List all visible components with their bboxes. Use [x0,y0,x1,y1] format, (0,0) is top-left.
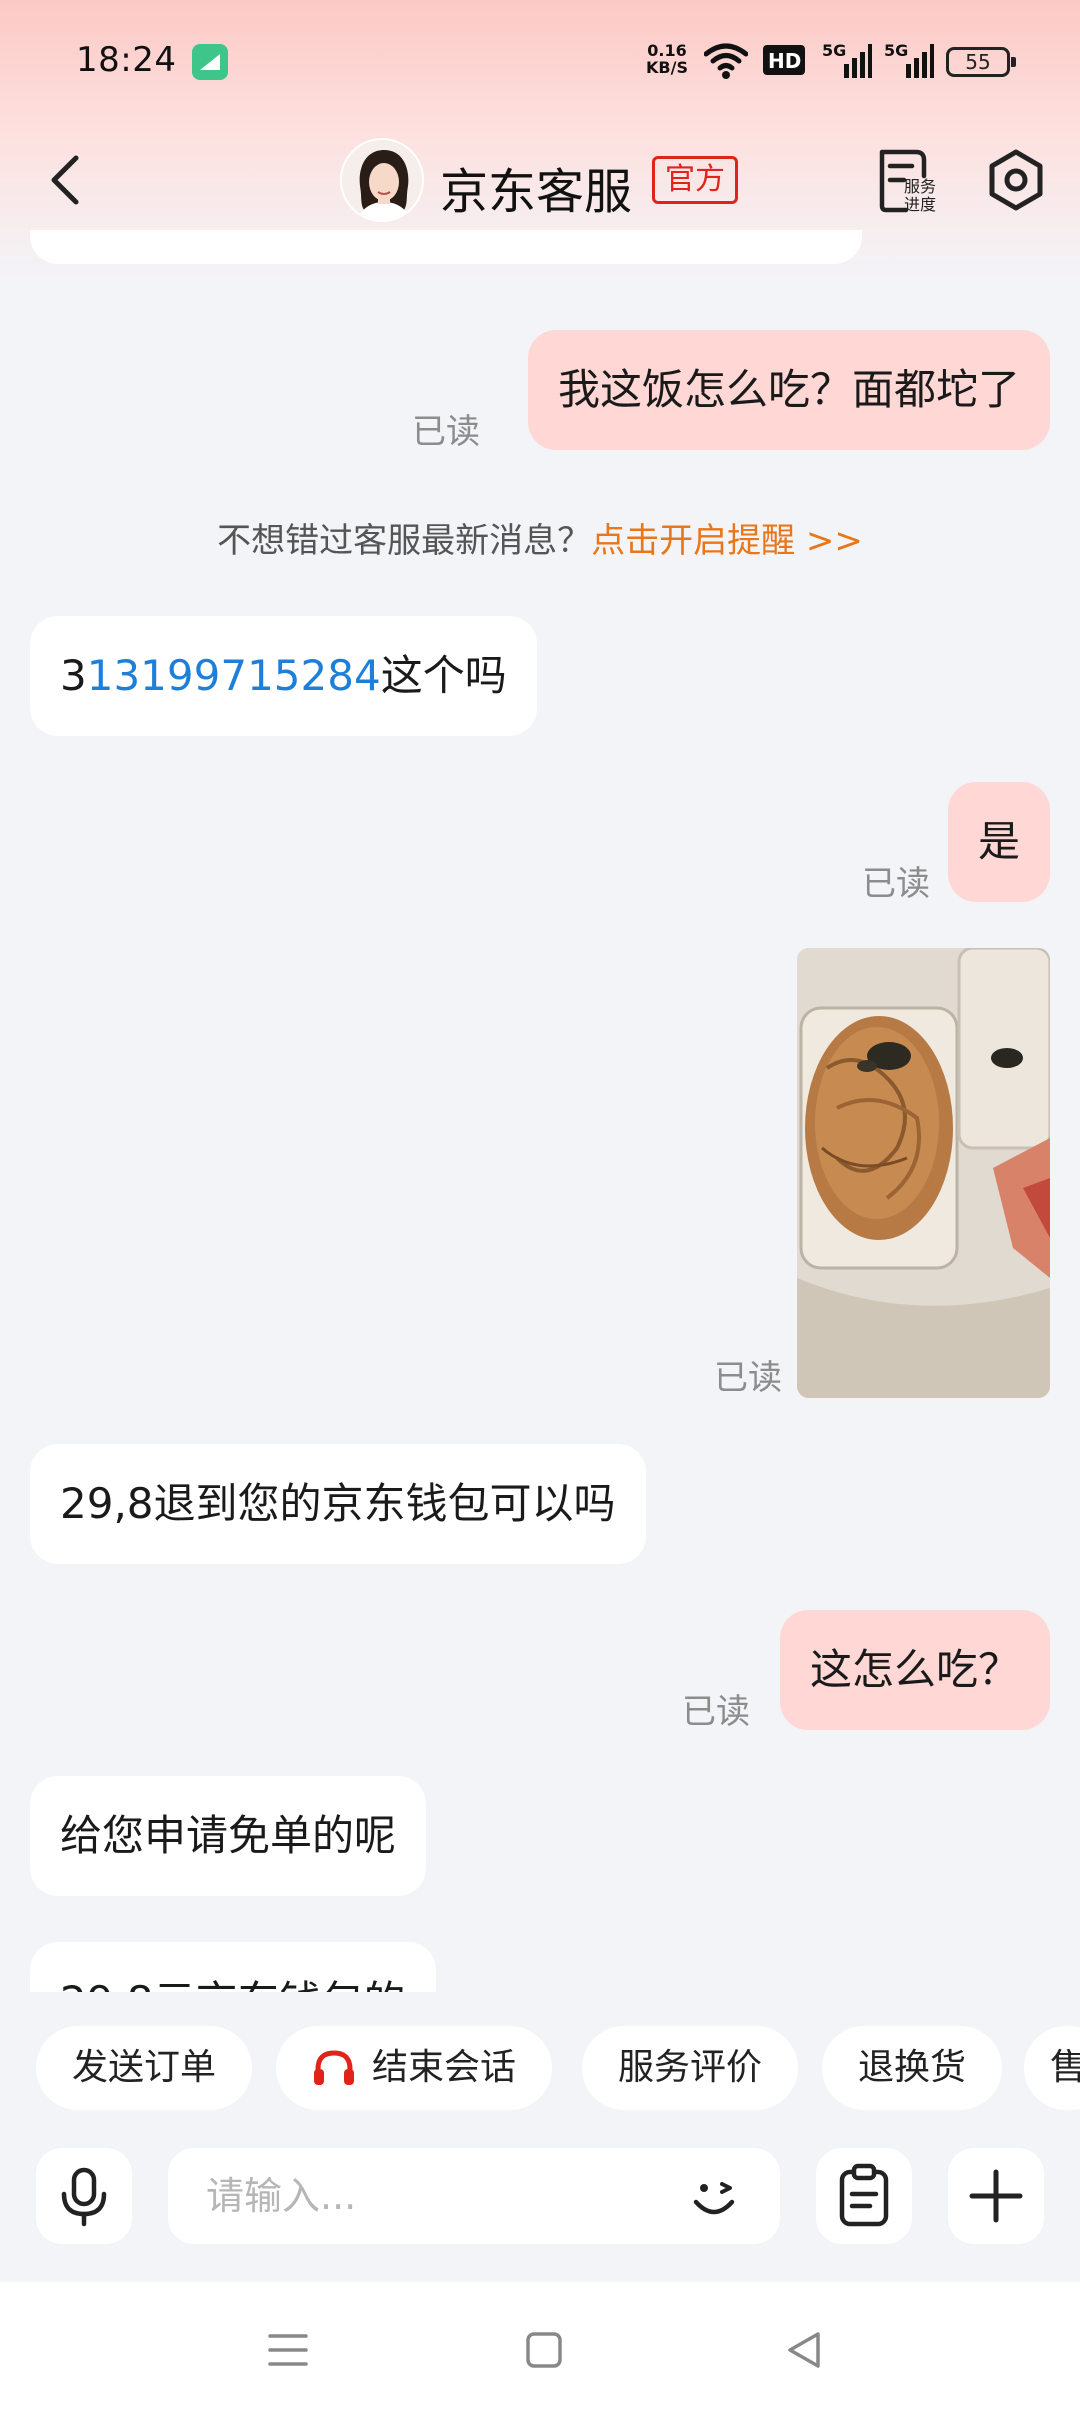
official-badge: 官方 [652,156,738,204]
wifi-icon [704,43,748,79]
message-text: 这个吗 [380,651,507,700]
message-photo[interactable] [797,948,1050,1398]
home-icon[interactable] [514,2320,574,2380]
order-number-link[interactable]: 13199715284 [87,651,381,700]
read-receipt: 已读 [862,864,930,904]
notification-prompt: 不想错过客服最新消息？点击开启提醒 >> [0,513,1080,562]
service-progress-label-1: 服务 [904,177,936,196]
clipboard-icon [839,2163,889,2227]
read-receipt: 已读 [682,1692,750,1732]
battery-indicator: 55 [946,47,1016,77]
network-speed-unit: KB/S [646,58,688,77]
message-bubble-partial [30,230,862,264]
microphone-icon [61,2167,107,2227]
signal-5g-1-icon: 5G [822,41,872,78]
read-receipt: 已读 [714,1358,782,1398]
network-speed: 0.16 KB/S [646,42,688,76]
system-navigation-bar [0,2282,1080,2412]
back-nav-icon[interactable] [774,2320,834,2380]
chat-header: 京东客服 官方 服务 进度 [0,130,1080,230]
settings-icon[interactable] [982,146,1050,214]
chat-message-list[interactable]: 我这饭怎么吃？面都坨了 已读 不想错过客服最新消息？点击开启提醒 >> 3131… [0,230,1080,1992]
enable-reminder-link[interactable]: 点击开启提醒 >> [591,521,863,561]
after-sale-button[interactable]: 售 [1024,2026,1080,2110]
end-session-button[interactable]: 结束会话 [276,2026,553,2110]
message-bubble-incoming[interactable]: 给您申请免单的呢 [30,1776,427,1896]
hd-voice-icon: HD [763,45,805,75]
message-bubble-outgoing[interactable]: 是 [947,782,1050,902]
hd-label: HD [768,49,801,73]
status-time: 18:24 [76,40,177,80]
send-order-button[interactable]: 发送订单 [36,2026,253,2110]
headset-icon [314,2050,354,2085]
service-rating-button[interactable]: 服务评价 [582,2026,799,2110]
plus-icon [969,2169,1023,2223]
message-bubble-incoming[interactable]: 29,8退到您的京东钱包可以吗 [30,1444,646,1564]
signal2-label: 5G [884,41,908,60]
return-exchange-button[interactable]: 退换货 [822,2026,1003,2110]
signal-5g-2-icon: 5G [884,41,934,78]
service-progress-icon[interactable]: 服务 进度 [876,148,946,214]
quick-action-bar: 发送订单 结束会话 服务评价 退换货 售 [0,2026,1080,2110]
status-bar: 18:24 0.16 KB/S HD 5G 5G 55 [0,0,1080,125]
back-icon[interactable] [40,152,96,208]
message-bubble-incoming[interactable]: 313199715284这个吗 [30,616,537,736]
notification-app-icon [192,44,228,80]
agent-avatar[interactable] [340,138,424,222]
message-bubble-incoming[interactable]: 29.8元京东钱包的 [30,1942,436,1992]
read-receipt: 已读 [412,412,480,452]
message-bubble-outgoing[interactable]: 我这饭怎么吃？面都坨了 [527,330,1050,450]
voice-input-button[interactable] [36,2148,132,2244]
notification-prompt-text: 不想错过客服最新消息？ [217,521,592,561]
service-progress-label-2: 进度 [904,195,936,214]
network-speed-value: 0.16 [647,41,687,60]
emoji-icon[interactable] [682,2164,746,2228]
end-session-label: 结束会话 [372,2047,517,2088]
menu-icon[interactable] [258,2320,318,2380]
input-bar [0,2148,1080,2246]
clipboard-button[interactable] [816,2148,912,2244]
message-text: 3 [60,651,87,700]
more-options-button[interactable] [948,2148,1044,2244]
chat-title: 京东客服 [440,164,633,220]
signal1-label: 5G [822,41,846,60]
message-bubble-outgoing[interactable]: 这怎么吃？ [779,1610,1050,1730]
